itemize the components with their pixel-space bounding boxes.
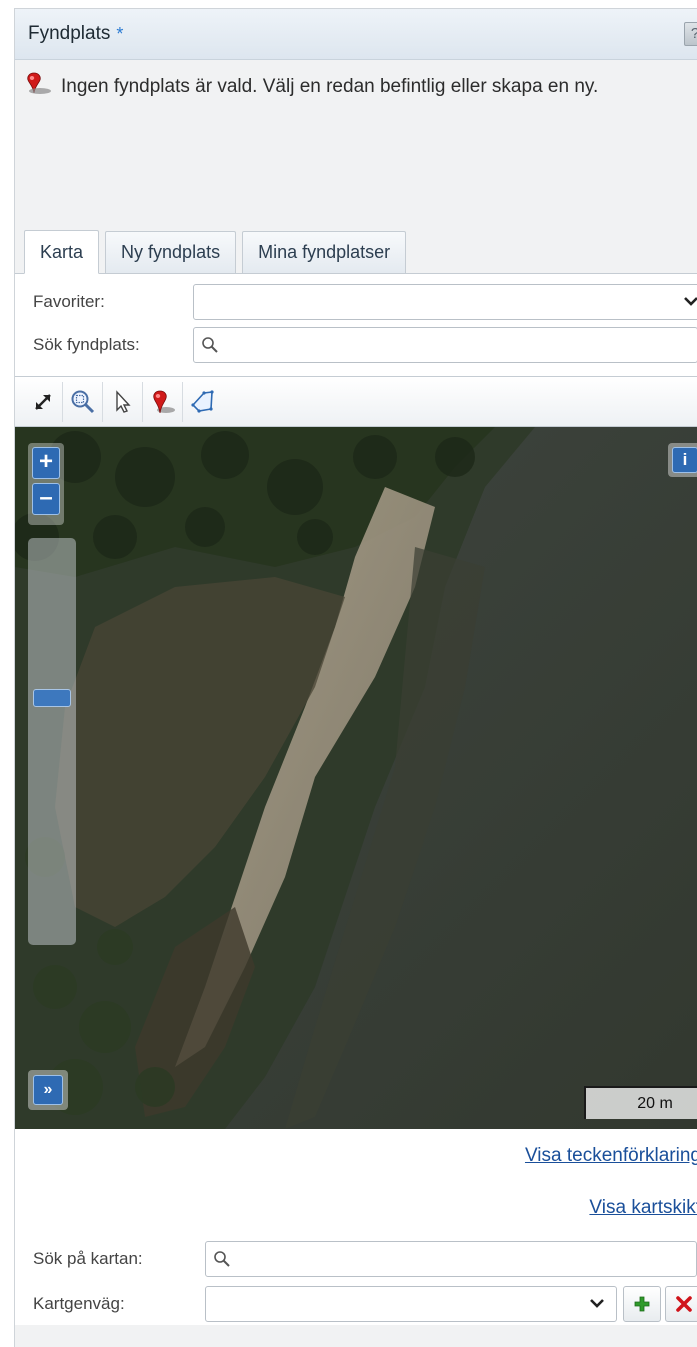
chevron-down-icon: [684, 296, 697, 306]
scale-bar: 20 m: [584, 1086, 697, 1119]
map-expand-button[interactable]: »: [28, 1070, 68, 1110]
delete-shortcut-button[interactable]: [665, 1285, 697, 1322]
panel-title: Fyndplats: [28, 23, 111, 44]
map-links: Visa teckenförklaring Visa kartskikt: [15, 1129, 697, 1235]
search-map-box: [205, 1240, 697, 1277]
zoom-slider-handle[interactable]: [33, 689, 71, 707]
place-pin-tool[interactable]: [143, 381, 183, 422]
favorites-select[interactable]: [193, 283, 697, 320]
panel-header: Fyndplats * ?: [15, 9, 697, 60]
double-chevron-right-icon: »: [33, 1075, 63, 1105]
search-map-label: Sök på kartan:: [33, 1248, 143, 1268]
search-map-row: Sök på kartan:: [15, 1237, 697, 1280]
message-text: Ingen fyndplats är vald. Välj en redan b…: [61, 76, 599, 97]
draw-polygon-icon: [191, 389, 214, 413]
zoom-box-icon: [71, 390, 94, 413]
tab-ny-fyndplats[interactable]: Ny fyndplats: [105, 231, 237, 273]
favorites-row: Favoriter:: [15, 280, 697, 323]
zoom-out-button[interactable]: –: [32, 483, 60, 515]
search-map-input[interactable]: [236, 1241, 696, 1274]
map-info-button[interactable]: i: [668, 443, 697, 477]
close-icon: [676, 1295, 692, 1312]
expand-icon: [34, 393, 51, 410]
search-site-row: Sök fyndplats:: [15, 323, 697, 366]
help-button[interactable]: ?: [684, 22, 697, 46]
favorites-label: Favoriter:: [33, 291, 105, 311]
zoom-controls: + –: [28, 443, 64, 525]
place-pin-icon: [152, 390, 175, 413]
map-view[interactable]: + – i » 20 m: [15, 427, 697, 1129]
no-site-message: Ingen fyndplats är vald. Välj en redan b…: [15, 60, 697, 225]
chevron-down-icon: [590, 1298, 604, 1308]
show-legend-link[interactable]: Visa teckenförklaring: [525, 1145, 697, 1167]
map-search-form: Sök på kartan: Kartgenväg:: [15, 1235, 697, 1325]
draw-polygon-tool[interactable]: [183, 382, 223, 422]
search-icon: [202, 336, 218, 353]
search-site-label: Sök fyndplats:: [33, 334, 140, 354]
site-panel: Fyndplats * ? Ingen fyndplats är vald. V…: [14, 8, 697, 1347]
tab-bar: Karta Ny fyndplats Mina fyndplatser: [15, 225, 697, 274]
zoom-slider[interactable]: [28, 538, 76, 945]
add-shortcut-button[interactable]: [623, 1285, 661, 1322]
tab-mina-fyndplatser[interactable]: Mina fyndplatser: [242, 231, 407, 273]
zoom-box-tool[interactable]: [63, 381, 103, 422]
shortcut-select[interactable]: [205, 1285, 617, 1322]
search-site-box: [193, 326, 697, 363]
map-pin-icon: [27, 72, 51, 94]
select-pointer-icon: [115, 389, 131, 413]
aerial-map-image: [15, 427, 697, 1129]
plus-icon: [634, 1296, 650, 1311]
select-tool[interactable]: [103, 381, 143, 422]
show-layers-link[interactable]: Visa kartskikt: [589, 1197, 697, 1219]
shortcut-label: Kartgenväg:: [33, 1293, 125, 1313]
shortcut-row: Kartgenväg:: [15, 1282, 697, 1325]
map-tab-body: Favoriter: Sök fyndplats: + – i » 20 m V…: [15, 274, 697, 1325]
tab-karta[interactable]: Karta: [24, 230, 100, 274]
search-site-input[interactable]: [224, 327, 684, 360]
shortcut-controls: [205, 1285, 697, 1322]
map-toolbar: [15, 376, 697, 427]
expand-map-tool[interactable]: [23, 381, 63, 422]
info-icon: i: [672, 447, 697, 473]
zoom-in-button[interactable]: +: [32, 447, 60, 479]
search-icon: [214, 1250, 230, 1267]
required-star: *: [116, 23, 124, 44]
